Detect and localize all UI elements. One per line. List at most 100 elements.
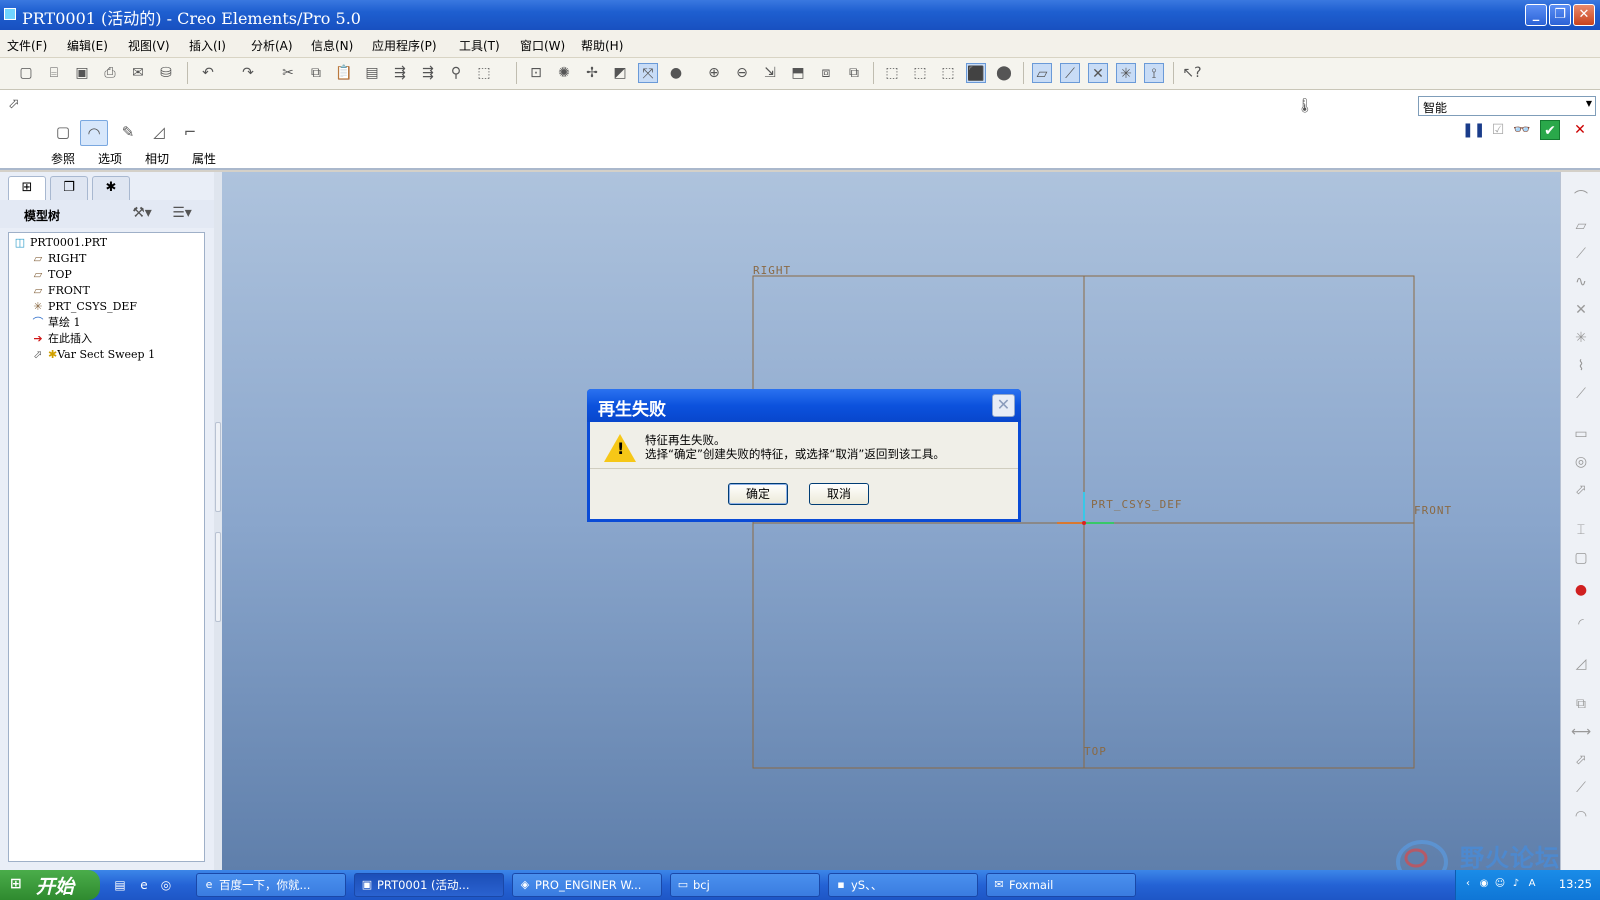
hidden-line-icon[interactable]: ⬚ xyxy=(910,63,930,83)
restore-button[interactable]: ❐ xyxy=(1549,4,1571,26)
tab-properties[interactable]: 属性 xyxy=(184,150,224,167)
send-mail-icon[interactable]: ✉ xyxy=(128,63,148,83)
reorient-icon[interactable]: ⬒ xyxy=(788,63,808,83)
csys-tool-icon[interactable]: ✳ xyxy=(1569,326,1593,350)
cut-icon[interactable]: ✂ xyxy=(278,63,298,83)
datum-display-icon[interactable]: ⤧ xyxy=(638,63,658,83)
layers-icon[interactable]: ⧉ xyxy=(844,63,864,83)
repaint-icon[interactable]: ✺ xyxy=(554,63,574,83)
refit-view-icon[interactable]: ⇲ xyxy=(760,63,780,83)
sketch-edit-icon[interactable]: ✎ xyxy=(114,120,142,146)
tray-network-icon[interactable]: ◉ xyxy=(1478,878,1490,890)
plane-display-icon[interactable]: ▱ xyxy=(1032,63,1052,83)
glasses-icon[interactable]: 👓 xyxy=(1512,120,1532,140)
shell-tool-icon[interactable]: ▢ xyxy=(1569,546,1593,570)
redo-icon[interactable]: ↷ xyxy=(238,63,258,83)
menu-file[interactable]: 文件(F) xyxy=(7,37,47,54)
dialog-title-bar[interactable]: 再生失败 ✕ xyxy=(587,389,1021,422)
browser-quicklaunch-icon[interactable]: ◎ xyxy=(158,877,174,893)
tab-tangency[interactable]: 相切 xyxy=(137,150,177,167)
menu-applications[interactable]: 应用程序(P) xyxy=(372,37,437,54)
datum-curve-tool-icon[interactable]: ∿ xyxy=(1569,270,1593,294)
regen-manager-icon[interactable]: ⇶ xyxy=(418,63,438,83)
offset-tool-icon[interactable]: ◠ xyxy=(1569,804,1593,828)
menu-window[interactable]: 窗口(W) xyxy=(520,37,565,54)
menu-analysis[interactable]: 分析(A) xyxy=(251,37,293,54)
analysis-tool-icon[interactable]: ⌇ xyxy=(1569,354,1593,378)
apply-checkmark-icon[interactable]: ✔ xyxy=(1540,120,1560,140)
find-icon[interactable]: ⚲ xyxy=(446,63,466,83)
filter-select[interactable]: 智能 ▼ xyxy=(1418,96,1596,116)
folder-browser-tab-icon[interactable]: ❐ xyxy=(50,176,88,200)
paste-special-icon[interactable]: ▤ xyxy=(362,63,382,83)
zoom-in-icon[interactable]: ⊕ xyxy=(704,63,724,83)
spin-center-icon[interactable]: ✢ xyxy=(582,63,602,83)
show-desktop-icon[interactable]: ▤ xyxy=(112,877,128,893)
trim-tool-icon[interactable]: ⟋ xyxy=(1569,776,1593,800)
sweep-tool-icon[interactable]: ⬀ xyxy=(1569,478,1593,502)
model-tree-tab-icon[interactable]: ⊞ xyxy=(8,176,46,200)
pause-icon[interactable]: ❚❚ xyxy=(1462,120,1485,140)
task-creo[interactable]: ▣ PRT0001 (活动... xyxy=(354,873,504,897)
model-tree-display-icon[interactable]: ⬤ xyxy=(994,63,1014,83)
extrude-tool-icon[interactable]: ▭ xyxy=(1569,422,1593,446)
tree-item-csys[interactable]: ✳ PRT_CSYS_DEF xyxy=(31,299,137,314)
solid-icon[interactable]: ▢ xyxy=(49,120,77,146)
task-proengineer-browser[interactable]: ◈ PRO_ENGINER W... xyxy=(512,873,662,897)
copy-icon[interactable]: ⧉ xyxy=(306,63,326,83)
preview-check-icon[interactable]: ☑ xyxy=(1488,120,1508,140)
paste-icon[interactable]: 📋 xyxy=(334,63,354,83)
cancel-x-icon[interactable]: ✕ xyxy=(1570,120,1590,140)
tree-item-right[interactable]: ▱ RIGHT xyxy=(31,251,87,266)
undo-icon[interactable]: ↶ xyxy=(198,63,218,83)
mirror-tool-icon[interactable]: ⟷ xyxy=(1569,720,1593,744)
sketch-tool-icon[interactable]: ⌒ xyxy=(1569,186,1593,210)
dialog-close-button[interactable]: ✕ xyxy=(992,394,1015,417)
draft-tool-icon[interactable]: ◿ xyxy=(1569,652,1593,676)
wireframe-icon[interactable]: ⬚ xyxy=(882,63,902,83)
start-button[interactable]: ⊞ 开始 xyxy=(0,870,100,900)
saved-views-icon[interactable]: ⧈ xyxy=(816,63,836,83)
hole-tool-icon[interactable]: ⌶ xyxy=(1569,518,1593,542)
shading-icon[interactable]: ● xyxy=(666,63,686,83)
revolve-tool-icon[interactable]: ◎ xyxy=(1569,450,1593,474)
save-icon[interactable]: ▣ xyxy=(72,63,92,83)
copy-tool-icon[interactable]: ⧉ xyxy=(1569,692,1593,716)
surface-icon[interactable]: ◠ xyxy=(80,120,108,146)
task-foxmail[interactable]: ✉ Foxmail xyxy=(986,873,1136,897)
tray-volume-icon[interactable]: ♪ xyxy=(1510,878,1522,890)
refit-icon[interactable]: ⊡ xyxy=(526,63,546,83)
panel-splitter[interactable] xyxy=(214,172,222,870)
task-folder-bcj[interactable]: ▭ bcj xyxy=(670,873,820,897)
context-help-icon[interactable]: ↖? xyxy=(1182,63,1202,83)
tray-qq-icon[interactable]: ☺ xyxy=(1494,878,1506,890)
open-file-icon[interactable]: ⌸ xyxy=(44,63,64,83)
no-hidden-icon[interactable]: ⬚ xyxy=(938,63,958,83)
datum-axis-tool-icon[interactable]: ⟋ xyxy=(1569,242,1593,266)
merge-tool-icon[interactable]: ⬀ xyxy=(1569,748,1593,772)
menu-insert[interactable]: 插入(I) xyxy=(189,37,226,54)
send-link-icon[interactable]: ⛁ xyxy=(156,63,176,83)
tray-ime-icon[interactable]: A xyxy=(1526,878,1538,890)
tree-item-sketch[interactable]: ⌒ 草绘 1 xyxy=(31,315,81,330)
tree-item-top[interactable]: ▱ TOP xyxy=(31,267,72,282)
datum-plane-tool-icon[interactable]: ▱ xyxy=(1569,214,1593,238)
tree-item-front[interactable]: ▱ FRONT xyxy=(31,283,90,298)
point-display-icon[interactable]: ✕ xyxy=(1088,63,1108,83)
task-baidu[interactable]: e 百度一下，你就... xyxy=(196,873,346,897)
new-file-icon[interactable]: ▢ xyxy=(16,63,36,83)
csys-display-icon[interactable]: ✳ xyxy=(1116,63,1136,83)
menu-edit[interactable]: 编辑(E) xyxy=(67,37,108,54)
accelerator-icon[interactable]: ● xyxy=(1569,578,1593,602)
menu-tools[interactable]: 工具(T) xyxy=(459,37,500,54)
remove-material-icon[interactable]: ◿ xyxy=(145,120,173,146)
selection-box-icon[interactable]: ⬚ xyxy=(474,63,494,83)
print-icon[interactable]: ⎙ xyxy=(100,63,120,83)
ie-quicklaunch-icon[interactable]: e xyxy=(136,877,152,893)
favorites-tab-icon[interactable]: ✱ xyxy=(92,176,130,200)
thicken-icon[interactable]: ⌐ xyxy=(176,120,204,146)
zoom-out-icon[interactable]: ⊖ xyxy=(732,63,752,83)
menu-info[interactable]: 信息(N) xyxy=(311,37,353,54)
ok-button[interactable]: 确定 xyxy=(728,483,788,505)
annotation-display-icon[interactable]: ⟟ xyxy=(1144,63,1164,83)
